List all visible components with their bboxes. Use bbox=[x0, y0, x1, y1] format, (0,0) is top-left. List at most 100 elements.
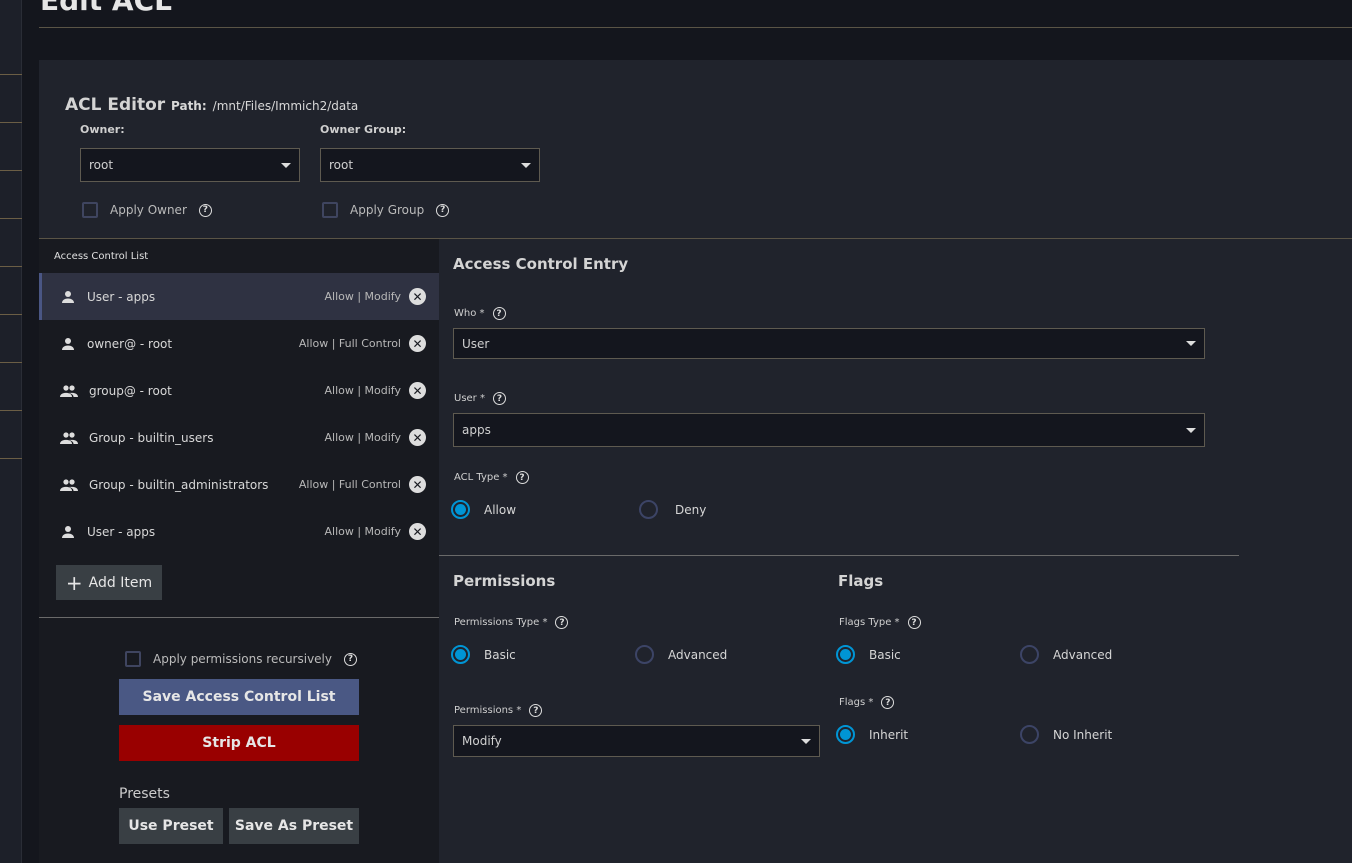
acl-item-name: User - apps bbox=[87, 289, 156, 304]
radio-label: Advanced bbox=[1053, 647, 1113, 662]
save-as-preset-button[interactable]: Save As Preset bbox=[229, 808, 359, 844]
help-icon[interactable]: ? bbox=[436, 203, 450, 217]
flags-label: Flags * bbox=[839, 697, 874, 708]
help-icon[interactable]: ? bbox=[555, 616, 569, 629]
acl-list-item[interactable]: group@ - root Allow | Modify ✕ bbox=[39, 367, 439, 414]
who-label: Who * bbox=[454, 308, 485, 319]
divider bbox=[439, 555, 1239, 556]
owner-group-label: Owner Group: bbox=[320, 123, 407, 136]
person-icon bbox=[59, 523, 77, 541]
chevron-down-icon bbox=[801, 738, 811, 744]
acl-item-status: Allow | Modify bbox=[324, 384, 401, 397]
help-icon[interactable]: ? bbox=[515, 471, 529, 484]
radio-no-inherit[interactable]: No Inherit bbox=[1020, 725, 1112, 744]
remove-icon[interactable]: ✕ bbox=[409, 382, 426, 399]
permissions-value: Modify bbox=[462, 734, 502, 748]
permissions-label: Permissions * bbox=[454, 705, 522, 716]
acl-item-name: Group - builtin_users bbox=[89, 430, 214, 445]
remove-icon[interactable]: ✕ bbox=[409, 476, 426, 493]
radio-button[interactable] bbox=[639, 500, 658, 519]
radio-perm-advanced[interactable]: Advanced bbox=[635, 645, 727, 664]
user-value: apps bbox=[462, 423, 491, 437]
strip-acl-button[interactable]: Strip ACL bbox=[119, 725, 359, 761]
radio-allow[interactable]: Allow bbox=[451, 500, 516, 519]
remove-icon[interactable]: ✕ bbox=[409, 288, 426, 305]
radio-label: Allow bbox=[484, 502, 517, 517]
acl-list-item[interactable]: User - apps Allow | Modify ✕ bbox=[39, 273, 439, 320]
owner-value: root bbox=[89, 158, 114, 172]
person-icon bbox=[59, 288, 77, 306]
add-item-label: Add Item bbox=[88, 574, 153, 591]
divider bbox=[39, 27, 1352, 28]
radio-label: Basic bbox=[484, 647, 516, 662]
side-nav-strip bbox=[0, 0, 22, 863]
group-icon bbox=[59, 382, 79, 400]
entry-title: Access Control Entry bbox=[453, 255, 629, 273]
acl-item-status: Allow | Modify bbox=[324, 290, 401, 303]
radio-label: Advanced bbox=[668, 647, 728, 662]
chevron-down-icon bbox=[281, 162, 291, 168]
radio-button[interactable] bbox=[635, 645, 654, 664]
person-icon bbox=[59, 335, 77, 353]
acl-item-name: Group - builtin_administrators bbox=[89, 477, 269, 492]
radio-button[interactable] bbox=[451, 645, 470, 664]
apply-owner-checkbox[interactable] bbox=[82, 202, 98, 218]
acl-item-name: User - apps bbox=[87, 524, 156, 539]
acl-list-item[interactable]: owner@ - root Allow | Full Control ✕ bbox=[39, 320, 439, 367]
apply-group-checkbox[interactable] bbox=[322, 202, 338, 218]
apply-group-label: Apply Group bbox=[350, 203, 425, 217]
owner-select[interactable]: root bbox=[80, 148, 300, 182]
acl-item-status: Allow | Full Control bbox=[298, 337, 401, 350]
chevron-down-icon bbox=[1186, 427, 1196, 433]
help-icon[interactable]: ? bbox=[529, 704, 543, 717]
permissions-select[interactable]: Modify bbox=[453, 725, 820, 757]
path-label: Path: bbox=[171, 99, 207, 113]
acl-item-name: owner@ - root bbox=[87, 336, 173, 351]
radio-button[interactable] bbox=[1020, 645, 1039, 664]
save-acl-button[interactable]: Save Access Control List bbox=[119, 679, 359, 715]
user-select[interactable]: apps bbox=[453, 413, 1205, 447]
help-icon[interactable]: ? bbox=[198, 203, 212, 217]
radio-deny[interactable]: Deny bbox=[639, 500, 706, 519]
use-preset-button[interactable]: Use Preset bbox=[119, 808, 223, 844]
group-icon bbox=[59, 476, 79, 494]
radio-flags-advanced[interactable]: Advanced bbox=[1020, 645, 1112, 664]
remove-icon[interactable]: ✕ bbox=[409, 335, 426, 352]
acl-list-item[interactable]: Group - builtin_users Allow | Modify ✕ bbox=[39, 414, 439, 461]
page-title: Edit ACL bbox=[40, 0, 172, 17]
radio-button[interactable] bbox=[836, 645, 855, 664]
acl-item-name: group@ - root bbox=[89, 383, 172, 398]
remove-icon[interactable]: ✕ bbox=[409, 429, 426, 446]
radio-button[interactable] bbox=[451, 500, 470, 519]
acl-item-status: Allow | Full Control bbox=[298, 478, 401, 491]
radio-button[interactable] bbox=[836, 725, 855, 744]
acl-list-item[interactable]: User - apps Allow | Modify ✕ bbox=[39, 508, 439, 555]
acl-list-title: Access Control List bbox=[54, 251, 149, 262]
divider bbox=[39, 617, 439, 618]
help-icon[interactable]: ? bbox=[907, 616, 921, 629]
permissions-title: Permissions bbox=[453, 572, 556, 590]
who-select[interactable]: User bbox=[453, 328, 1205, 359]
help-icon[interactable]: ? bbox=[492, 307, 506, 320]
perm-type-label: Permissions Type * bbox=[454, 617, 548, 628]
help-icon[interactable]: ? bbox=[492, 392, 506, 405]
help-icon[interactable]: ? bbox=[881, 696, 895, 709]
plus-icon: + bbox=[65, 570, 83, 595]
presets-title: Presets bbox=[119, 786, 170, 802]
help-icon[interactable]: ? bbox=[344, 652, 357, 666]
chevron-down-icon bbox=[521, 162, 531, 168]
remove-icon[interactable]: ✕ bbox=[409, 523, 426, 540]
radio-inherit[interactable]: Inherit bbox=[836, 725, 908, 744]
radio-label: Inherit bbox=[869, 727, 909, 742]
path-value: /mnt/Files/Immich2/data bbox=[212, 99, 359, 113]
acl-item-status: Allow | Modify bbox=[324, 431, 401, 444]
radio-label: Deny bbox=[675, 502, 707, 517]
radio-button[interactable] bbox=[1020, 725, 1039, 744]
who-value: User bbox=[462, 336, 490, 351]
add-item-button[interactable]: + Add Item bbox=[56, 565, 162, 600]
radio-flags-basic[interactable]: Basic bbox=[836, 645, 901, 664]
radio-perm-basic[interactable]: Basic bbox=[451, 645, 516, 664]
recursive-checkbox[interactable] bbox=[125, 651, 141, 667]
acl-list-item[interactable]: Group - builtin_administrators Allow | Fu… bbox=[39, 461, 439, 508]
owner-group-select[interactable]: root bbox=[320, 148, 540, 182]
